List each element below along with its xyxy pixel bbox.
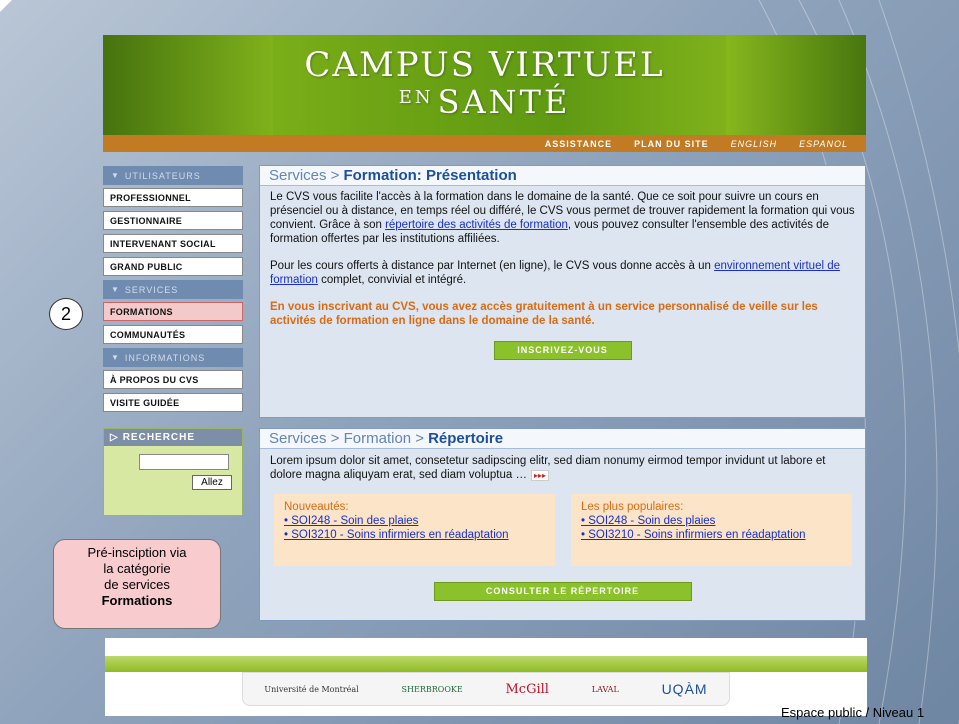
site-subtitle-main: SANTÉ (437, 83, 571, 121)
course-link[interactable]: • SOI248 - Soin des plaies (581, 515, 715, 527)
step-number-badge: 2 (49, 298, 83, 330)
box-title: Les plus populaires: (581, 501, 684, 513)
footer: Université de Montréal SHERBROOKE McGill… (105, 638, 867, 716)
laval-logo[interactable]: LAVAL (592, 685, 619, 694)
triangle-down-icon: ▼ (111, 171, 120, 180)
site-subtitle: EN SANTÉ (103, 83, 866, 121)
english-link[interactable]: ENGLISH (731, 139, 778, 149)
paragraph-text: Pour les cours offerts à distance par In… (270, 260, 715, 272)
triangle-down-icon: ▼ (111, 353, 120, 362)
sidebar-item-visite-guidee[interactable]: VISITE GUIDÉE (103, 393, 243, 412)
level-tag: Espace public / Niveau 1 (781, 705, 925, 720)
course-link[interactable]: • SOI248 - Soin des plaies (284, 515, 418, 527)
site-subtitle-small: EN (398, 87, 434, 108)
site-banner: CAMPUS VIRTUEL EN SANTÉ (103, 35, 866, 135)
search-box: ▷ RECHERCHE Allez (103, 428, 243, 516)
callout-line-2: la catégorie (103, 561, 171, 576)
panel-body: Le CVS vous facilite l'accès à la format… (260, 186, 865, 360)
search-go-button[interactable]: Allez (192, 475, 232, 490)
sidebar-item-grand-public[interactable]: GRAND PUBLIC (103, 257, 243, 276)
site-map-link[interactable]: PLAN DU SITE (634, 139, 709, 149)
sherbrooke-logo[interactable]: SHERBROOKE (402, 685, 463, 694)
callout-bold-line: Formations (101, 593, 173, 608)
paragraph: Le CVS vous facilite l'accès à la format… (270, 190, 855, 246)
panel-title: Services > Formation > Répertoire (260, 429, 865, 449)
highlight-text: En vous inscrivant au CVS, vous avez acc… (270, 301, 818, 327)
panel-body: Lorem ipsum dolor sit amet, consetetur s… (260, 449, 865, 483)
page-title: Formation: Présentation (343, 167, 517, 184)
sidebar-head-services: ▼ SERVICES (103, 280, 243, 299)
course-link[interactable]: • SOI3210 - Soins infirmiers en réadapta… (284, 529, 509, 541)
paragraph-text: complet, convivial et intégré. (317, 274, 467, 286)
breadcrumb: Services > (269, 167, 340, 184)
triangle-right-icon: ▷ (110, 432, 119, 443)
top-navigation: ASSISTANCE PLAN DU SITE ENGLISH ESPANOL (103, 135, 866, 152)
more-arrows-icon[interactable]: ▸▸▸ (530, 470, 550, 481)
repertoire-link[interactable]: répertoire des activités de formation (385, 219, 568, 231)
sidebar-item-gestionnaire[interactable]: GESTIONNAIRE (103, 211, 243, 230)
universite-montreal-logo[interactable]: Université de Montréal (264, 685, 358, 694)
sidebar-item-intervenant-social[interactable]: INTERVENANT SOCIAL (103, 234, 243, 253)
callout-line-3: de services (104, 577, 170, 592)
sidebar-head-users: ▼ UTILISATEURS (103, 166, 243, 185)
new-courses-box: Nouveautés: • SOI248 - Soin des plaies •… (274, 494, 555, 566)
repertoire-panel: Services > Formation > Répertoire Lorem … (259, 428, 866, 621)
sidebar-head-informations: ▼ INFORMATIONS (103, 348, 243, 367)
triangle-down-icon: ▼ (111, 285, 120, 294)
course-boxes: Nouveautés: • SOI248 - Soin des plaies •… (274, 494, 865, 566)
course-link[interactable]: • SOI3210 - Soins infirmiers en réadapta… (581, 529, 806, 541)
site-title: CAMPUS VIRTUEL (304, 45, 665, 85)
annotation-callout: Pré-insciption via la catégorie de servi… (53, 539, 221, 629)
sidebar-item-communautes[interactable]: COMMUNAUTÉS (103, 325, 243, 344)
assistance-link[interactable]: ASSISTANCE (545, 139, 612, 149)
consulter-repertoire-button[interactable]: CONSULTER LE RÉPERTOIRE (433, 582, 692, 601)
mcgill-logo[interactable]: McGill (506, 683, 549, 696)
sidebar: ▼ UTILISATEURS PROFESSIONNEL GESTIONNAIRE… (103, 166, 243, 416)
formation-presentation-panel: Services > Formation: Présentation Le CV… (259, 165, 866, 418)
panel-title: Services > Formation: Présentation (260, 166, 865, 186)
search-title: RECHERCHE (122, 432, 196, 443)
footer-band (105, 656, 867, 672)
sidebar-item-professionnel[interactable]: PROFESSIONNEL (103, 188, 243, 207)
page-title: Répertoire (428, 430, 504, 447)
inscrivez-vous-button[interactable]: INSCRIVEZ-VOUS (493, 341, 632, 360)
sidebar-head-label: SERVICES (124, 284, 179, 295)
sidebar-head-label: INFORMATIONS (124, 352, 206, 363)
search-header: ▷ RECHERCHE (104, 429, 242, 446)
box-title: Nouveautés: (284, 501, 349, 513)
paragraph: Pour les cours offerts à distance par In… (270, 259, 855, 287)
sidebar-item-a-propos[interactable]: À PROPOS DU CVS (103, 370, 243, 389)
search-input[interactable] (139, 454, 229, 470)
callout-line-1: Pré-insciption via (87, 545, 187, 560)
sidebar-item-formations[interactable]: FORMATIONS (103, 302, 243, 321)
popular-courses-box: Les plus populaires: • SOI248 - Soin des… (571, 494, 852, 566)
page-corner (0, 0, 12, 12)
uqam-logo[interactable]: UQÀM (662, 682, 708, 696)
sidebar-head-label: UTILISATEURS (124, 170, 201, 181)
espanol-link[interactable]: ESPANOL (799, 139, 848, 149)
breadcrumb: Services > Formation > (269, 430, 425, 447)
university-logos: Université de Montréal SHERBROOKE McGill… (242, 672, 730, 706)
